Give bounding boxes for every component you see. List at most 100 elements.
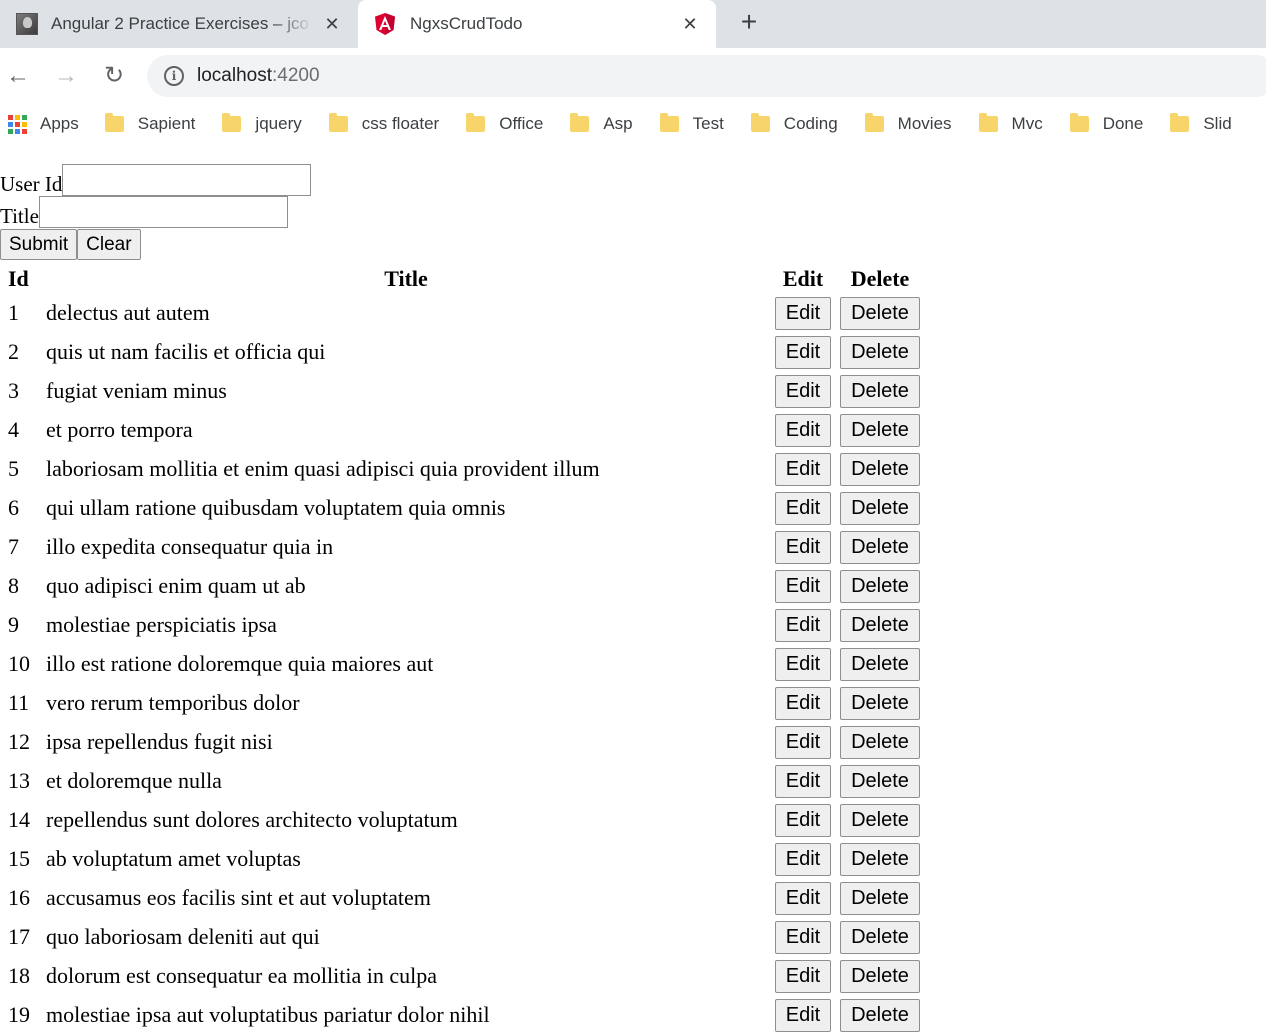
folder-icon (466, 113, 486, 132)
close-icon[interactable]: ✕ (322, 14, 342, 34)
edit-cell: Edit (772, 802, 834, 837)
bookmark-label: css floater (361, 114, 440, 133)
user-id-input[interactable] (62, 164, 312, 196)
table-row: 4 et porro tempora Edit Delete (6, 412, 922, 447)
bookmark-test[interactable]: Test (659, 108, 724, 140)
header-delete: Delete (850, 266, 910, 291)
edit-button[interactable]: Edit (774, 414, 832, 447)
row-id: 2 (8, 339, 19, 364)
edit-button[interactable]: Edit (774, 726, 832, 759)
tab-ngxs-crud-todo[interactable]: NgxsCrudTodo ✕ (358, 0, 716, 48)
delete-cell: Delete (838, 919, 922, 954)
delete-button[interactable]: Delete (840, 960, 920, 993)
row-title: quis ut nam facilis et officia qui (46, 339, 326, 364)
tab-strip: Angular 2 Practice Exercises – jco ✕ Ngx… (0, 0, 1266, 48)
delete-button[interactable]: Delete (840, 999, 920, 1032)
delete-cell: Delete (838, 295, 922, 330)
delete-cell: Delete (838, 529, 922, 564)
bookmark-label: Coding (783, 114, 838, 133)
address-bar[interactable]: i localhost:4200 (147, 55, 1266, 97)
folder-icon (864, 113, 884, 132)
bookmarks-bar: Apps Sapient jquery css floater Office A… (0, 104, 1266, 144)
new-tab-icon[interactable]: + (736, 8, 762, 36)
delete-button[interactable]: Delete (840, 804, 920, 837)
delete-button[interactable]: Delete (840, 453, 920, 486)
row-id: 9 (8, 612, 19, 637)
edit-button[interactable]: Edit (774, 492, 832, 525)
delete-button[interactable]: Delete (840, 765, 920, 798)
info-icon[interactable]: i (164, 66, 184, 86)
title-input[interactable] (38, 196, 288, 228)
delete-button[interactable]: Delete (840, 726, 920, 759)
edit-cell: Edit (772, 646, 834, 681)
edit-button[interactable]: Edit (774, 648, 832, 681)
bookmark-office[interactable]: Office (466, 108, 543, 140)
bookmark-coding[interactable]: Coding (750, 108, 838, 140)
title-row: Title (0, 196, 288, 228)
delete-button[interactable]: Delete (840, 297, 920, 330)
edit-button[interactable]: Edit (774, 765, 832, 798)
submit-button[interactable]: Submit (0, 229, 78, 260)
edit-button[interactable]: Edit (774, 999, 832, 1032)
bookmark-sapient[interactable]: Sapient (104, 108, 195, 140)
delete-button[interactable]: Delete (840, 882, 920, 915)
forward-arrow-icon[interactable]: → (52, 62, 80, 90)
bookmark-css-floater[interactable]: css floater (328, 108, 440, 140)
clear-button[interactable]: Clear (77, 229, 141, 260)
edit-cell: Edit (772, 490, 834, 525)
table-row: 7 illo expedita consequatur quia in Edit De… (6, 529, 922, 564)
delete-button[interactable]: Delete (840, 921, 920, 954)
back-arrow-icon[interactable]: ← (4, 62, 32, 90)
close-icon[interactable]: ✕ (680, 14, 700, 34)
url-text[interactable]: localhost:4200 (197, 65, 320, 87)
edit-button[interactable]: Edit (774, 687, 832, 720)
edit-button[interactable]: Edit (774, 609, 832, 642)
edit-button[interactable]: Edit (774, 453, 832, 486)
delete-cell: Delete (838, 997, 922, 1032)
bookmark-slid[interactable]: Slid (1170, 108, 1232, 140)
edit-button[interactable]: Edit (774, 921, 832, 954)
delete-button[interactable]: Delete (840, 492, 920, 525)
delete-button[interactable]: Delete (840, 531, 920, 564)
row-title: quo laboriosam deleniti aut qui (46, 924, 320, 949)
bookmark-jquery[interactable]: jquery (222, 108, 302, 140)
row-title: illo est ratione doloremque quia maiores… (46, 651, 434, 676)
row-id: 18 (8, 963, 30, 988)
edit-button[interactable]: Edit (774, 804, 832, 837)
bookmark-label: jquery (255, 114, 302, 133)
delete-button[interactable]: Delete (840, 414, 920, 447)
edit-button[interactable]: Edit (774, 375, 832, 408)
delete-button[interactable]: Delete (840, 648, 920, 681)
edit-cell: Edit (772, 880, 834, 915)
delete-button[interactable]: Delete (840, 336, 920, 369)
edit-button[interactable]: Edit (774, 882, 832, 915)
url-port: :4200 (272, 65, 320, 86)
bookmark-done[interactable]: Done (1069, 108, 1143, 140)
edit-button[interactable]: Edit (774, 570, 832, 603)
delete-button[interactable]: Delete (840, 609, 920, 642)
delete-cell: Delete (838, 607, 922, 642)
edit-button[interactable]: Edit (774, 531, 832, 564)
row-id: 16 (8, 885, 30, 910)
reload-icon[interactable]: ↻ (100, 62, 128, 90)
bookmark-mvc[interactable]: Mvc (978, 108, 1043, 140)
edit-button[interactable]: Edit (774, 960, 832, 993)
row-id: 7 (8, 534, 19, 559)
bookmark-movies[interactable]: Movies (864, 108, 952, 140)
delete-button[interactable]: Delete (840, 570, 920, 603)
delete-button[interactable]: Delete (840, 687, 920, 720)
bookmark-apps[interactable]: Apps (0, 108, 79, 140)
delete-button[interactable]: Delete (840, 375, 920, 408)
edit-button[interactable]: Edit (774, 843, 832, 876)
delete-button[interactable]: Delete (840, 843, 920, 876)
delete-cell: Delete (838, 334, 922, 369)
edit-button[interactable]: Edit (774, 336, 832, 369)
tab-angular-practice[interactable]: Angular 2 Practice Exercises – jco ✕ (0, 0, 356, 48)
row-id: 4 (8, 417, 19, 442)
edit-cell: Edit (772, 724, 834, 759)
bookmark-asp[interactable]: Asp (570, 108, 633, 140)
edit-button[interactable]: Edit (774, 297, 832, 330)
folder-icon (222, 113, 242, 132)
delete-cell: Delete (838, 646, 922, 681)
angular-logo-icon (375, 13, 395, 35)
